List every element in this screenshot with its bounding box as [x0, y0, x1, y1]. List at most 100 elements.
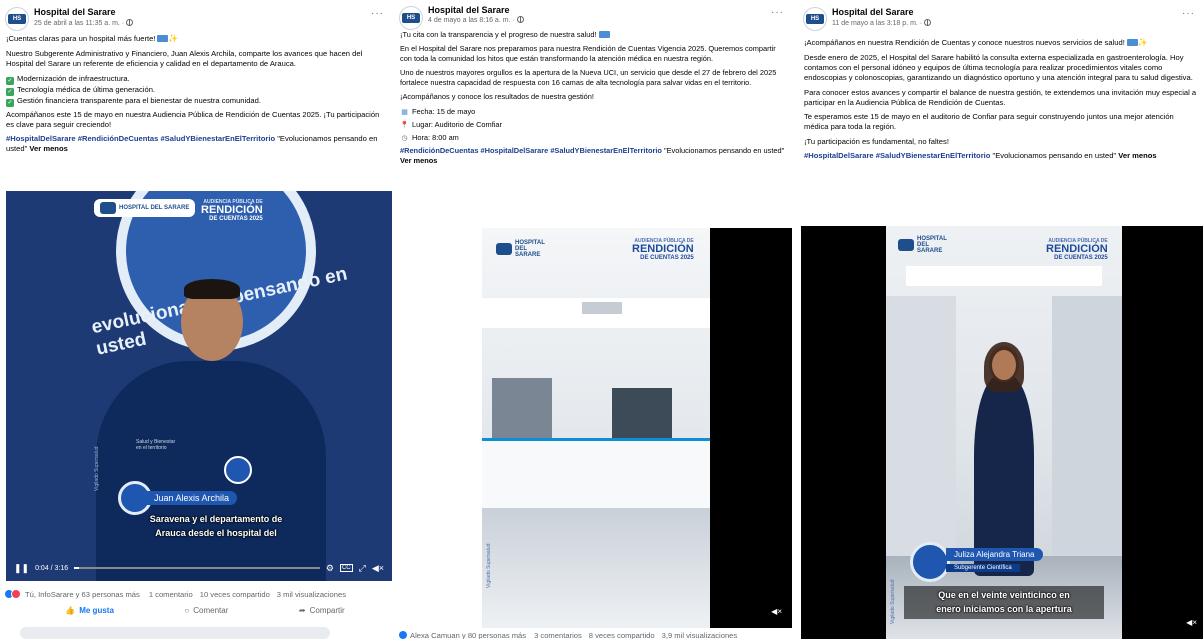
- reaction-icons[interactable]: [4, 589, 21, 599]
- post-intro: ¡Tu cita con la transparencia y el progr…: [400, 30, 597, 39]
- page-avatar[interactable]: HS: [5, 7, 29, 31]
- page-avatar[interactable]: HS: [399, 6, 423, 30]
- post-header: HS Hospital del Sarare 25 de abril a las…: [0, 0, 392, 34]
- more-options-icon[interactable]: ···: [371, 8, 384, 19]
- post-date[interactable]: 4 de mayo a las 8:16 a. m. ·: [428, 16, 524, 24]
- post-header: HS Hospital del Sarare 11 de mayo a las …: [798, 0, 1203, 34]
- wm-sub: DE CUENTAS 2025: [1054, 255, 1108, 261]
- see-less-link[interactable]: Ver menos: [29, 144, 67, 153]
- check-icon: ✓: [6, 98, 14, 107]
- comments-count[interactable]: 1 comentario: [149, 590, 193, 599]
- reactions-text[interactable]: Alexa Camuan y 80 personas más: [410, 631, 526, 639]
- hospital-logo-text: HOSPITAL DEL SARARE: [917, 236, 947, 254]
- sparkles-icon: ✨: [1137, 38, 1148, 47]
- share-label: Compartir: [309, 606, 345, 615]
- post-date[interactable]: 11 de mayo a las 3:18 p. m. ·: [832, 19, 932, 27]
- calendar-icon: ▦: [401, 108, 408, 116]
- event-date: Fecha: 15 de mayo: [412, 106, 476, 116]
- page-name[interactable]: Hospital del Sarare: [428, 5, 510, 15]
- post-text: ¡Cuentas claras para un hospital más fue…: [0, 34, 392, 154]
- like-reaction-icon: [398, 630, 408, 639]
- settings-icon[interactable]: ⚙: [326, 563, 334, 574]
- presenter-body: [96, 361, 326, 581]
- event-place: Lugar: Auditorio de Comfiar: [412, 119, 502, 129]
- more-options-icon[interactable]: ···: [771, 7, 784, 18]
- bullet-item: Gestión financiera transparente para el …: [17, 95, 261, 105]
- page-avatar[interactable]: HS: [803, 7, 827, 31]
- video-progress-fill: [74, 567, 80, 569]
- comment-button[interactable]: ○ Comentar: [184, 606, 228, 615]
- video-progress-bar[interactable]: [74, 567, 320, 569]
- hashtags-link[interactable]: #HospitalDelSarare #SaludYBienestarEnElT…: [804, 151, 990, 160]
- like-label: Me gusta: [79, 606, 114, 615]
- reception-desk: [482, 438, 710, 508]
- hashtags-link[interactable]: #RendiciónDeCuentas #HospitalDelSarare #…: [400, 146, 662, 155]
- post-paragraph: Te esperamos este 15 de mayo en el audit…: [804, 112, 1174, 132]
- see-less-link[interactable]: Ver menos: [400, 156, 437, 165]
- post-paragraph: ¡Tu participación es fundamental, no fal…: [804, 136, 949, 146]
- rendicion-watermark: AUDIENCIA PÚBLICA DE RENDICIÓN DE CUENTAS …: [201, 199, 263, 222]
- hospital-logo: HOSPITAL DEL SARARE: [496, 240, 551, 258]
- tagline: "Evolucionamos pensando en usted": [990, 151, 1119, 161]
- post-intro: ¡Cuentas claras para un hospital más fue…: [6, 34, 156, 43]
- screenshot-collage: HS Hospital del Sarare 25 de abril a las…: [0, 0, 1203, 639]
- hospital-mark-icon: [100, 202, 116, 214]
- page-name[interactable]: Hospital del Sarare: [832, 7, 914, 17]
- shares-count[interactable]: 10 veces compartido: [200, 590, 270, 599]
- subtitle-line: enero iniciamos con la apertura: [936, 603, 1072, 614]
- hospital-logo-icon: HS: [402, 13, 420, 23]
- hashtags-link[interactable]: #HospitalDelSarare #RendiciónDeCuentas #…: [6, 134, 275, 143]
- presenter-face: [992, 350, 1016, 380]
- post-paragraph: ¡Acompáñanos y conoce los resultados de …: [400, 92, 594, 102]
- post-paragraph: Desde enero de 2025, el Hospital del Sar…: [804, 53, 1193, 83]
- tagline: "Evolucionamos pensando en usted": [661, 146, 785, 156]
- right-wall: [1052, 296, 1122, 556]
- hospital-logo-text: HOSPITAL DEL SARARE: [515, 240, 545, 258]
- side-text: Vigilado Supersalud: [486, 543, 492, 588]
- comment-input[interactable]: [20, 627, 330, 639]
- hospital-logo: HOSPITAL DEL SARARE: [94, 199, 196, 217]
- reaction-icons[interactable]: [398, 630, 408, 639]
- volume-icon[interactable]: ◀×: [771, 607, 782, 616]
- side-text: Vigilado Supersalud: [94, 446, 100, 491]
- seal-icon: [910, 542, 950, 582]
- post-date[interactable]: 25 de abril a las 11:35 a. m. ·: [34, 19, 134, 27]
- hospital-logo-icon: HS: [8, 14, 26, 24]
- views-count: 3,9 mil visualizaciones: [661, 630, 738, 639]
- shirt-badge-icon: [224, 456, 252, 484]
- floor: [482, 508, 710, 628]
- reactions-text[interactable]: Tú, InfoSarare y 63 personas más: [25, 590, 140, 599]
- globe-icon: [126, 19, 134, 26]
- cc-icon[interactable]: CC: [339, 564, 353, 572]
- video-time: 0:04 / 3:16: [35, 564, 69, 572]
- post-actions: 👍 Me gusta ○ Comentar ➦ Compartir: [30, 606, 380, 615]
- post-date-text: 11 de mayo a las 3:18 p. m. ·: [832, 20, 923, 27]
- more-options-icon[interactable]: ···: [1182, 8, 1195, 19]
- video-player-3[interactable]: HOSPITAL DEL SARARE AUDIENCIA PÚBLICA DE…: [801, 226, 1203, 639]
- video-controls: ❚❚ 0:04 / 3:16 ⚙ CC ⤢ ◀×: [6, 555, 392, 581]
- ceiling-vent: [582, 302, 622, 314]
- post-paragraph: Acompáñanos este 15 de mayo en nuestra A…: [6, 109, 380, 129]
- post-text: ¡Acompáñanos en nuestra Rendición de Cue…: [798, 34, 1203, 161]
- rendicion-watermark: AUDIENCIA PÚBLICA DE RENDICIÓN DE CUENTAS …: [632, 238, 694, 261]
- see-less-link[interactable]: Ver menos: [1118, 151, 1156, 160]
- share-button[interactable]: ➦ Compartir: [299, 606, 345, 615]
- shares-count[interactable]: 8 veces compartido: [589, 631, 655, 639]
- video-subtitle: Saravena y el departamento de Arauca desd…: [116, 513, 316, 540]
- volume-icon[interactable]: ◀×: [1186, 618, 1197, 627]
- video-frame: HOSPITAL DEL SARARE AUDIENCIA PÚBLICA DE…: [886, 226, 1122, 639]
- page-name[interactable]: Hospital del Sarare: [34, 7, 116, 17]
- video-player-1[interactable]: evolucionamos pensando en usted HOSPITAL…: [6, 191, 392, 581]
- comment-label: Comentar: [193, 606, 229, 615]
- video-player-2[interactable]: HOSPITAL DEL SARARE AUDIENCIA PÚBLICA DE…: [482, 228, 792, 628]
- like-button[interactable]: 👍 Me gusta: [65, 606, 114, 615]
- role-plate: Subgerente Científica: [946, 564, 1020, 572]
- hospital-logo-text: HOSPITAL DEL SARARE: [119, 205, 190, 211]
- volume-icon[interactable]: ◀×: [372, 563, 384, 574]
- expand-icon[interactable]: ⤢: [359, 563, 366, 574]
- hospital-logo-icon: HS: [806, 14, 824, 24]
- post-date-text: 25 de abril a las 11:35 a. m. ·: [34, 20, 125, 27]
- comments-count[interactable]: 3 comentarios: [534, 631, 582, 639]
- check-icon: ✓: [6, 87, 14, 96]
- play-pause-icon[interactable]: ❚❚: [14, 563, 29, 574]
